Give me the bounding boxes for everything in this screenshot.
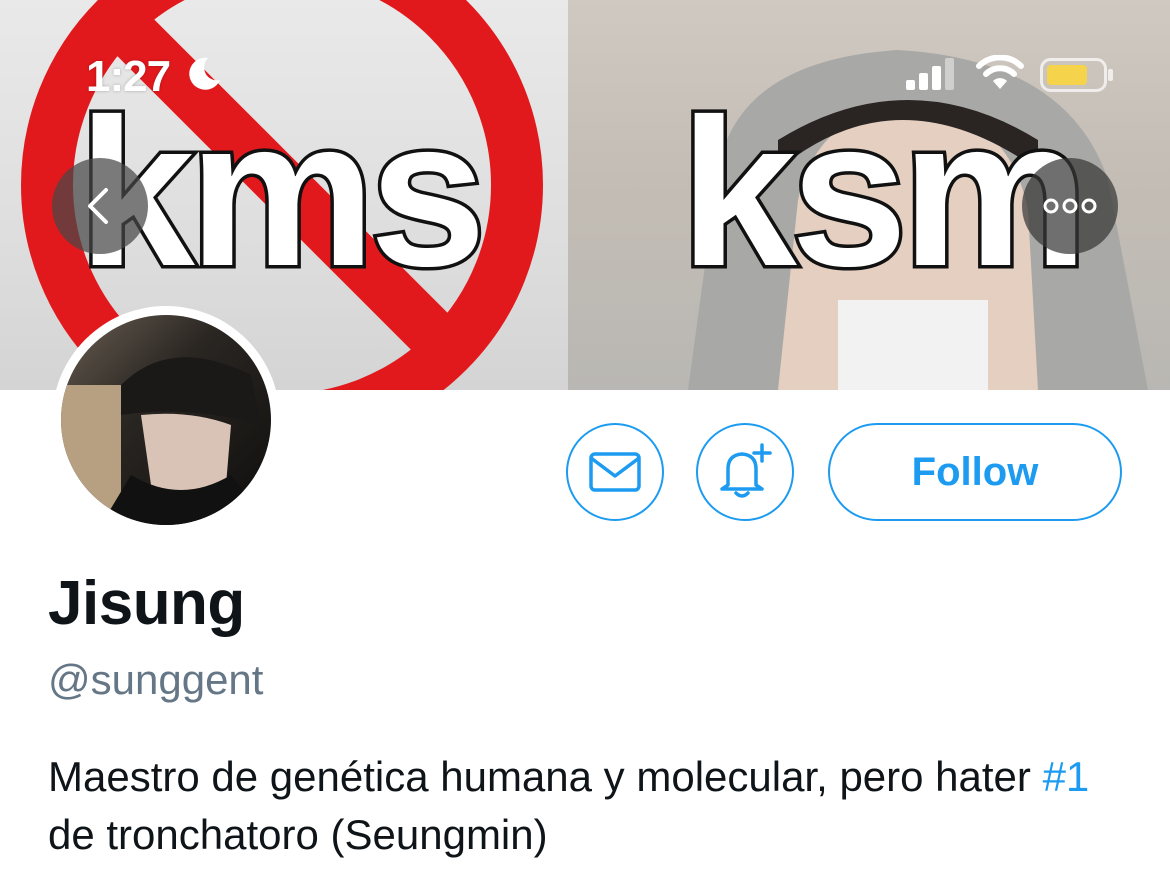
notifications-button[interactable] xyxy=(696,423,794,521)
banner-right-text: ksm xyxy=(676,75,1091,310)
follow-button[interactable]: Follow xyxy=(828,423,1122,521)
battery-icon xyxy=(1040,58,1113,92)
avatar-portrait xyxy=(61,357,271,525)
avatar[interactable] xyxy=(52,306,280,534)
mail-icon xyxy=(589,452,641,492)
more-options-button[interactable] xyxy=(1022,158,1118,254)
back-button[interactable] xyxy=(52,158,148,254)
bio-text-start: Maestro de genética humana y molecular, … xyxy=(48,753,1043,800)
bell-plus-icon xyxy=(720,443,772,498)
bio-hashtag-link[interactable]: #1 xyxy=(1043,753,1090,800)
profile-bio: Maestro de genética humana y molecular, … xyxy=(48,748,1128,864)
more-icon xyxy=(1043,198,1097,214)
moon-icon xyxy=(189,57,220,90)
message-button[interactable] xyxy=(566,423,664,521)
status-time: 1:27 xyxy=(86,52,171,101)
chevron-left-icon xyxy=(88,188,108,224)
user-handle: @sunggent xyxy=(48,656,264,703)
wifi-icon xyxy=(976,55,1024,89)
display-name: Jisung xyxy=(48,569,245,638)
cellular-signal-icon xyxy=(906,58,954,90)
avatar-image xyxy=(61,315,271,525)
bio-text-end: de tronchatoro (Seungmin) xyxy=(48,811,548,858)
